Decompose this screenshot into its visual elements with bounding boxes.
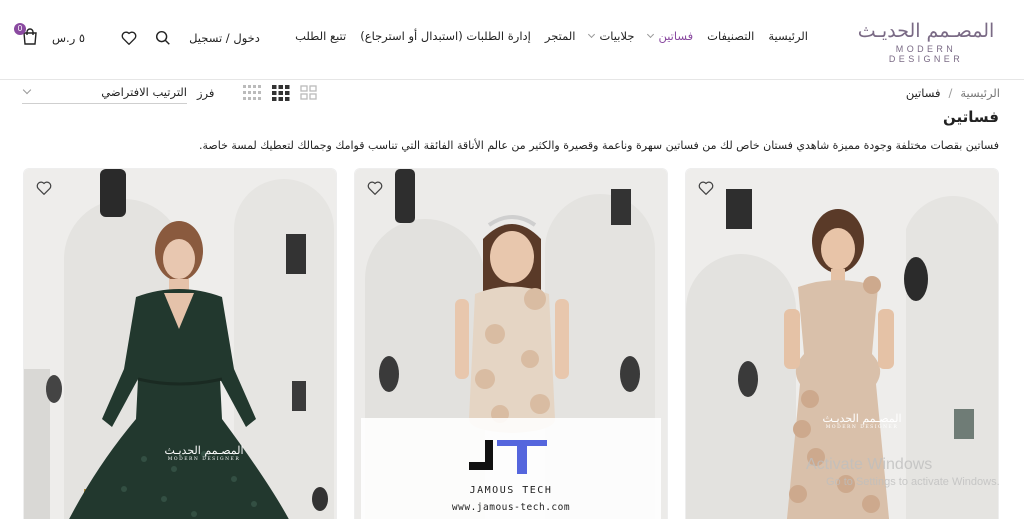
sort-selected-value: الترتيب الافتراضي (101, 84, 187, 99)
nav-item-home[interactable]: الرئيسية (768, 29, 808, 43)
page-title: فساتين (943, 108, 999, 126)
site-logo[interactable]: المصـمم الحديـث MODERN DESIGNER (856, 20, 996, 64)
photo-watermark: المصـمم الحديـث MODERN DESIGNER (154, 444, 254, 462)
nav-label: جلابيات (599, 29, 635, 43)
sort-select[interactable]: الترتيب الافتراضي (22, 82, 187, 104)
wishlist-button[interactable] (119, 28, 139, 48)
shop-toolbar: الترتيب الافتراضي فرز (22, 82, 318, 104)
activation-subtitle: Go to Settings to activate Windows. (826, 476, 1000, 488)
logo-arabic: المصـمم الحديـث (857, 20, 995, 42)
nav-label: الرئيسية (768, 29, 808, 43)
jamous-tech-logo-icon (469, 440, 547, 474)
product-card[interactable]: المصـمم الحديـث MODERN DESIGNER (23, 168, 337, 519)
grid-2-view-button[interactable] (300, 84, 318, 102)
grid-4-icon (243, 85, 262, 100)
vendor-watermark-overlay: JAMOUS TECH www.jamous-tech.com (361, 418, 661, 519)
chevron-down-icon (647, 30, 655, 39)
grid-2-icon (300, 85, 318, 100)
heart-icon (36, 181, 52, 195)
site-header: المصـمم الحديـث MODERN DESIGNER الرئيسية… (0, 0, 1024, 80)
add-to-wishlist-button[interactable] (697, 179, 715, 197)
logo-english: MODERN DESIGNER (888, 44, 964, 64)
login-register-link[interactable]: دخول / تسجيل (189, 31, 260, 45)
chevron-down-icon (22, 85, 32, 95)
nav-item-order-management[interactable]: إدارة الطلبات (استبدال أو استرجاع) (360, 29, 531, 43)
windows-activation-watermark: Activate Windows Go to Settings to activ… (806, 456, 1000, 488)
vendor-name: JAMOUS TECH (469, 485, 553, 496)
header-tools: 0 ٥ ر.س دخول / تسجيل (14, 23, 260, 52)
nav-label: التصنيفات (707, 29, 755, 43)
breadcrumb-current: فساتين (905, 86, 941, 100)
breadcrumb-home[interactable]: الرئيسية (960, 86, 1000, 100)
search-icon (156, 30, 170, 45)
nav-item-track-order[interactable]: تتبع الطلب (295, 29, 346, 43)
cart-button[interactable]: 0 (14, 23, 42, 49)
nav-label: تتبع الطلب (295, 29, 347, 43)
watermark-english: MODERN DESIGNER (167, 457, 241, 462)
grid-3-view-button[interactable] (272, 84, 290, 102)
breadcrumb-separator: / (948, 86, 953, 100)
main-nav: الرئيسية التصنيفات فساتين جلابيات المتجر… (281, 29, 808, 43)
category-description: فساتين بقصات مختلفة وجودة مميزة شاهدي فس… (198, 139, 999, 152)
nav-item-shop[interactable]: المتجر (545, 29, 576, 43)
heart-icon (367, 181, 383, 195)
cart-count-badge: 0 (14, 23, 26, 35)
grid-3-icon (272, 85, 290, 101)
breadcrumb: الرئيسية / فساتين (906, 86, 1000, 100)
nav-label: المتجر (544, 29, 576, 43)
nav-item-dresses[interactable]: فساتين (647, 29, 694, 43)
heart-icon (698, 181, 714, 195)
search-button[interactable] (153, 28, 173, 48)
photo-watermark: المصـمم الحديـث MODERN DESIGNER (814, 412, 910, 430)
activation-title: Activate Windows (806, 456, 933, 473)
add-to-wishlist-button[interactable] (366, 179, 384, 197)
add-to-wishlist-button[interactable] (35, 179, 53, 197)
nav-item-categories[interactable]: التصنيفات (707, 29, 754, 43)
nav-item-jalabiyas[interactable]: جلابيات (588, 29, 635, 43)
nav-label: فساتين (658, 29, 694, 43)
watermark-english: MODERN DESIGNER (825, 425, 899, 430)
watermark-arabic: المصـمم الحديـث (164, 444, 244, 457)
cart-total[interactable]: ٥ ر.س (52, 31, 85, 45)
watermark-arabic: المصـمم الحديـث (822, 412, 902, 425)
product-image[interactable] (24, 169, 337, 519)
heart-icon (121, 31, 137, 45)
nav-label: إدارة الطلبات (استبدال أو استرجاع) (360, 29, 531, 43)
sort-label: فرز (197, 86, 215, 100)
vendor-url: www.jamous-tech.com (451, 502, 571, 513)
grid-4-view-button[interactable] (242, 84, 262, 102)
chevron-down-icon (588, 30, 596, 39)
